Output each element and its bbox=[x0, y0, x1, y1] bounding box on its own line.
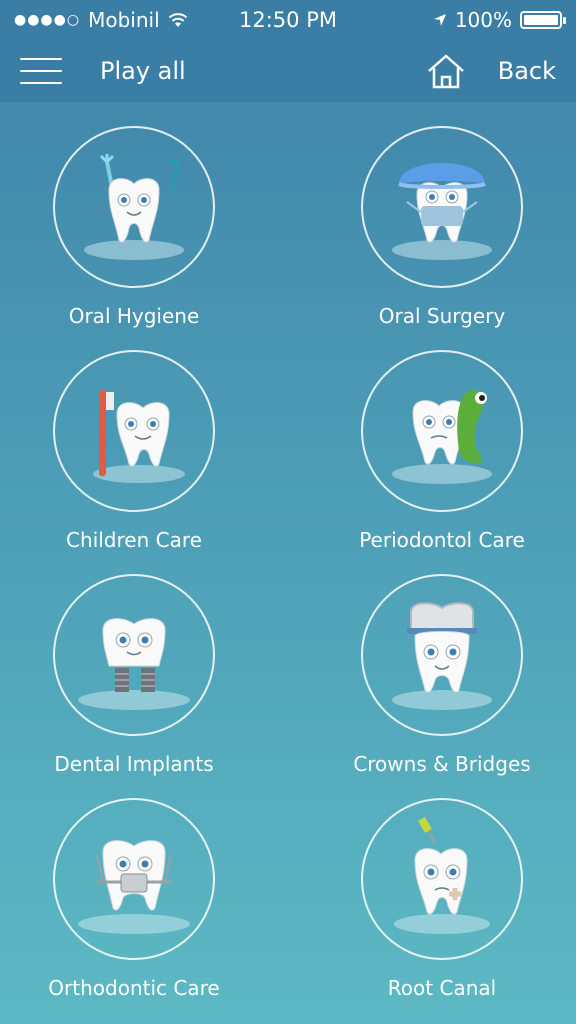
category-label: Dental Implants bbox=[54, 752, 214, 776]
tooth-braces-icon bbox=[78, 840, 190, 934]
tooth-surgeon-icon bbox=[392, 163, 492, 260]
hamburger-menu-icon[interactable] bbox=[20, 58, 62, 84]
category-label: Periodontol Care bbox=[359, 528, 525, 552]
tooth-implant-icon bbox=[78, 618, 190, 710]
category-label: Children Care bbox=[66, 528, 202, 552]
category-label: Crowns & Bridges bbox=[353, 752, 531, 776]
category-icon-circle bbox=[53, 798, 215, 960]
battery-icon bbox=[520, 11, 566, 29]
category-label: Oral Hygiene bbox=[68, 304, 200, 328]
category-periodontol-care[interactable]: Periodontol Care bbox=[288, 342, 576, 566]
tooth-germ-icon bbox=[392, 390, 492, 484]
status-bar: ●●●●○ Mobinil 12:50 PM 100% bbox=[0, 0, 576, 40]
category-icon-circle bbox=[361, 350, 523, 512]
carrier-name: Mobinil bbox=[88, 8, 160, 32]
category-label: Root Canal bbox=[387, 976, 497, 1000]
category-icon-circle bbox=[361, 126, 523, 288]
home-icon[interactable] bbox=[426, 52, 466, 90]
category-oral-surgery[interactable]: Oral Surgery bbox=[288, 118, 576, 342]
nav-bar: Play all Back bbox=[0, 40, 576, 102]
category-icon-circle bbox=[53, 350, 215, 512]
tooth-toothbrush-icon bbox=[93, 390, 185, 483]
category-root-canal[interactable]: Root Canal bbox=[288, 790, 576, 1014]
category-crowns-bridges[interactable]: Crowns & Bridges bbox=[288, 566, 576, 790]
play-all-button[interactable]: Play all bbox=[100, 57, 186, 85]
category-grid: Oral Hygiene Oral Surgery Children Care … bbox=[0, 118, 576, 1014]
signal-strength-icon: ●●●●○ bbox=[14, 12, 81, 28]
tooth-floss-icon bbox=[84, 154, 184, 260]
wifi-icon bbox=[168, 13, 187, 27]
category-label: Oral Surgery bbox=[378, 304, 506, 328]
tooth-crown-icon bbox=[392, 602, 492, 710]
location-arrow-icon bbox=[433, 14, 446, 26]
category-orthodontic-care[interactable]: Orthodontic Care bbox=[0, 790, 288, 1014]
category-icon-circle bbox=[361, 798, 523, 960]
back-button[interactable]: Back bbox=[498, 57, 556, 85]
category-dental-implants[interactable]: Dental Implants bbox=[0, 566, 288, 790]
category-icon-circle bbox=[53, 574, 215, 736]
tooth-root-canal-icon bbox=[394, 816, 490, 934]
category-icon-circle bbox=[361, 574, 523, 736]
battery-percent: 100% bbox=[454, 8, 512, 32]
category-oral-hygiene[interactable]: Oral Hygiene bbox=[0, 118, 288, 342]
category-icon-circle bbox=[53, 126, 215, 288]
category-label: Orthodontic Care bbox=[48, 976, 220, 1000]
category-children-care[interactable]: Children Care bbox=[0, 342, 288, 566]
